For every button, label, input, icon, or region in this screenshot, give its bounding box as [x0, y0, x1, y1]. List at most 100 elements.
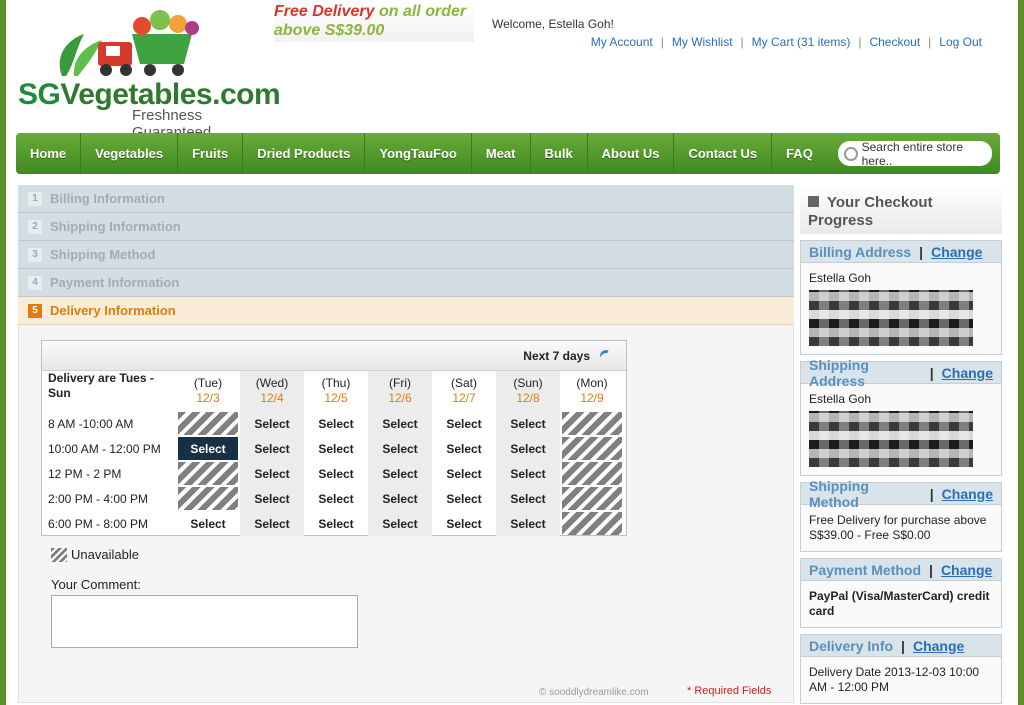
my-wishlist-link[interactable]: My Wishlist [672, 35, 733, 49]
select-slot-button[interactable]: Select [446, 411, 481, 436]
select-slot-button[interactable]: Select [254, 486, 289, 511]
select-slot-button[interactable]: Select [510, 511, 545, 536]
nav-yongtaufoo[interactable]: YongTauFoo [365, 133, 472, 174]
select-slot-button[interactable]: Select [254, 411, 289, 436]
shipping-address-body: Estella Goh [801, 384, 1001, 475]
nav-meat[interactable]: Meat [472, 133, 531, 174]
refresh-icon[interactable] [598, 347, 614, 364]
nav-home[interactable]: Home [16, 133, 82, 174]
slot-cell [176, 461, 240, 486]
select-slot-button[interactable]: Select [254, 436, 289, 461]
slot-cell: Select [432, 486, 496, 511]
my-cart-link[interactable]: My Cart (31 items) [752, 35, 851, 49]
comment-field[interactable] [51, 595, 358, 648]
slot-cell [176, 486, 240, 511]
nav-fruits[interactable]: Fruits [178, 133, 244, 174]
step-label: Shipping Method [50, 247, 156, 262]
logo-sg: SG [18, 78, 61, 111]
log-out-link[interactable]: Log Out [939, 35, 982, 49]
promo-banner[interactable]: Free Delivery on all order above S$39.00 [274, 2, 474, 42]
header-separator: | [929, 364, 934, 381]
select-slot-button[interactable]: Select [382, 511, 417, 536]
select-slot-button[interactable]: Select [254, 511, 289, 536]
billing-address-body: Estella Goh [801, 263, 1001, 354]
select-slot-button[interactable]: Select [254, 461, 289, 486]
slot-cell: Select [496, 486, 560, 511]
select-slot-button[interactable]: Select [190, 511, 225, 536]
select-slot-button[interactable]: Select [446, 511, 481, 536]
select-slot-button[interactable]: Select [318, 436, 353, 461]
shipping-method-body: Free Delivery for purchase above S$39.00… [809, 513, 987, 542]
day-date: 12/3 [196, 391, 220, 405]
select-slot-button[interactable]: Select [318, 486, 353, 511]
select-slot-button[interactable]: Select [382, 486, 417, 511]
change-delivery-link[interactable]: Change [913, 638, 964, 654]
payment-method-header: Payment Method | Change [801, 559, 1001, 581]
payment-method-box: Payment Method | Change PayPal (Visa/Mas… [800, 558, 1002, 628]
select-slot-button[interactable]: Select [318, 411, 353, 436]
change-payment-link[interactable]: Change [941, 562, 992, 578]
payment-method-body: PayPal (Visa/MasterCard) credit card [809, 589, 990, 618]
slot-cell [176, 411, 240, 436]
step-shipping-information[interactable]: 2 Shipping Information [18, 213, 794, 241]
nav-bulk[interactable]: Bulk [531, 133, 588, 174]
time-slot-label: 12 PM - 2 PM [48, 466, 122, 481]
day-header: (Thu) 12/5 [304, 371, 368, 411]
select-slot-button[interactable]: Select [510, 436, 545, 461]
step-payment-information[interactable]: 4 Payment Information [18, 269, 794, 297]
slot-cell: Select [176, 511, 240, 536]
nav-dried-products[interactable]: Dried Products [243, 133, 366, 174]
slot-cell: Select [240, 461, 304, 486]
change-shipping-link[interactable]: Change [942, 365, 993, 381]
select-slot-button[interactable]: Select [446, 486, 481, 511]
slot-cell: Select [240, 511, 304, 536]
change-shipping-method-link[interactable]: Change [942, 486, 993, 502]
shipping-address-header: Shipping Address | Change [801, 357, 1001, 389]
day-header: (Wed) 12/4 [240, 371, 304, 411]
select-slot-button[interactable]: Select [382, 411, 417, 436]
redacted-address [809, 411, 973, 467]
select-slot-button[interactable]: Select [318, 461, 353, 486]
search-input[interactable]: Search entire store here.. [838, 140, 992, 168]
nav-vegetables[interactable]: Vegetables [81, 133, 179, 174]
slot-cell: Select [368, 461, 432, 486]
delivery-schedule-table: Next 7 days Delivery are Tues - Sun (Tue)… [41, 340, 627, 536]
search-icon [844, 146, 858, 161]
welcome-message: Welcome, Estella Goh! [492, 17, 614, 31]
select-slot-button[interactable]: Select [382, 436, 417, 461]
step-billing-information[interactable]: 1 Billing Information [18, 185, 794, 213]
schedule-header: Next 7 days [42, 341, 626, 371]
slot-cell: Select [368, 486, 432, 511]
day-header: (Fri) 12/6 [368, 371, 432, 411]
nav-contact-us[interactable]: Contact Us [674, 133, 773, 174]
day-name: (Tue) [193, 376, 223, 390]
checkout-progress-title: Your Checkout Progress [800, 186, 1002, 234]
step-label: Shipping Information [50, 219, 181, 234]
step-label: Billing Information [50, 191, 165, 206]
step-delivery-information[interactable]: 5 Delivery Information [18, 297, 794, 325]
slot-cell: Select [304, 436, 368, 461]
time-slot-label: 6:00 PM - 8:00 PM [48, 516, 149, 531]
select-slot-button[interactable]: Select [446, 436, 481, 461]
slot-cell: Select [368, 436, 432, 461]
site-logo[interactable]: SGVegetables.com Freshness Guaranteed [14, 4, 281, 141]
slot-cell [560, 461, 624, 486]
day-name: (Wed) [255, 376, 289, 390]
link-separator: | [660, 35, 664, 49]
my-account-link[interactable]: My Account [591, 35, 653, 49]
unavailable-slot [178, 462, 238, 485]
select-slot-button[interactable]: Select [446, 461, 481, 486]
select-slot-button[interactable]: Select [318, 511, 353, 536]
select-slot-button[interactable]: Select [510, 461, 545, 486]
select-slot-button[interactable]: Select [382, 461, 417, 486]
select-slot-button[interactable]: Select [510, 411, 545, 436]
payment-method-title: Payment Method [809, 561, 922, 578]
nav-about-us[interactable]: About Us [588, 133, 675, 174]
arrow-icon [808, 196, 819, 207]
change-billing-link[interactable]: Change [931, 244, 982, 260]
step-shipping-method[interactable]: 3 Shipping Method [18, 241, 794, 269]
select-slot-button[interactable]: Select [510, 486, 545, 511]
selected-slot-button[interactable]: Select [178, 437, 238, 460]
checkout-link[interactable]: Checkout [869, 35, 920, 49]
nav-faq[interactable]: FAQ [772, 133, 827, 174]
